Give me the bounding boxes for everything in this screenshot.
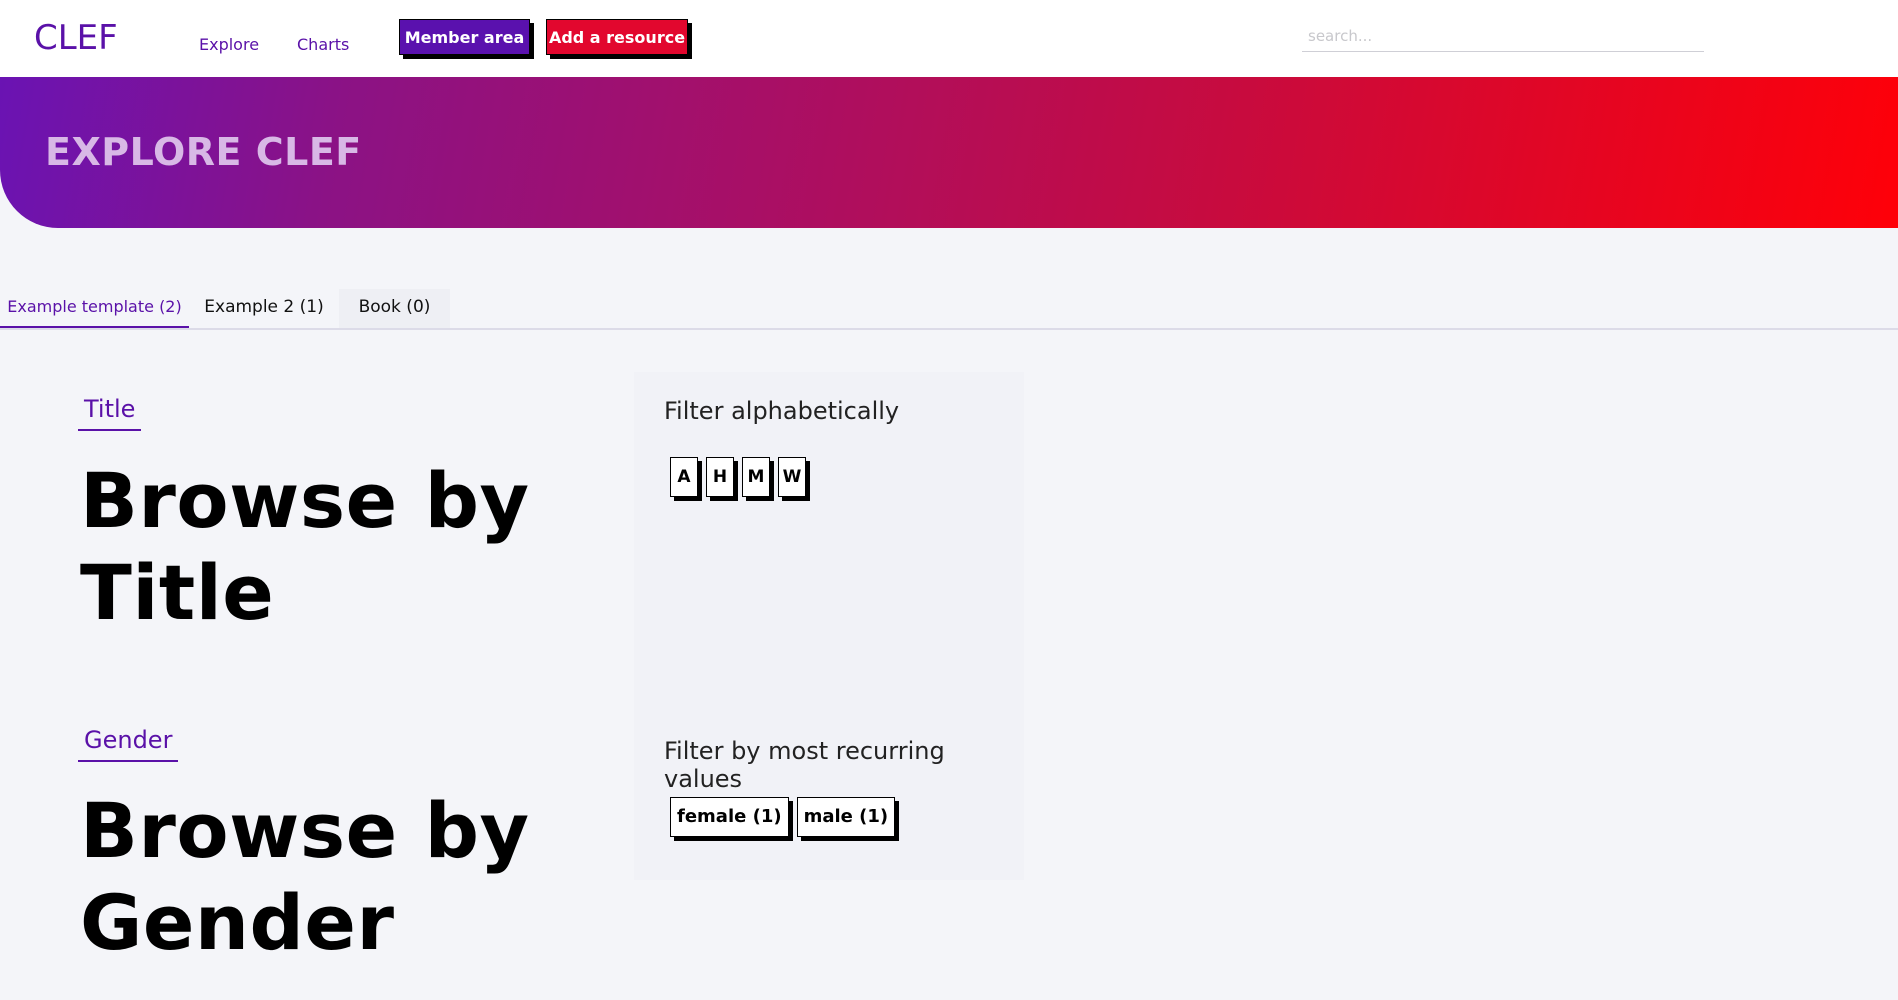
top-navbar: CLEF Explore Charts Member area Add a re… bbox=[0, 0, 1898, 77]
nav-link-explore[interactable]: Explore bbox=[199, 35, 259, 54]
logo[interactable]: CLEF bbox=[34, 18, 118, 58]
template-tabs: Example template (2) Example 2 (1) Book … bbox=[0, 289, 1898, 330]
filter-chip-w[interactable]: W bbox=[778, 457, 806, 497]
member-area-button[interactable]: Member area bbox=[399, 19, 530, 55]
section-label-title: Title bbox=[78, 395, 142, 431]
add-resource-button[interactable]: Add a resource bbox=[546, 19, 688, 55]
alphabet-chip-row: A H M W bbox=[670, 457, 806, 497]
filter-chip-female[interactable]: female (1) bbox=[670, 797, 789, 837]
tab-example-template[interactable]: Example template (2) bbox=[0, 289, 189, 328]
recurring-chip-row: female (1) male (1) bbox=[670, 797, 896, 837]
nav-link-charts[interactable]: Charts bbox=[297, 35, 349, 54]
tab-book[interactable]: Book (0) bbox=[339, 289, 450, 328]
recurring-values-filter-panel: Filter by most recurring values female (… bbox=[634, 692, 1024, 880]
section-heading-gender: Browse by Gender bbox=[80, 786, 530, 967]
tab-example-2[interactable]: Example 2 (1) bbox=[189, 289, 339, 328]
filter-chip-h[interactable]: H bbox=[706, 457, 734, 497]
filter-chip-a[interactable]: A bbox=[670, 457, 698, 497]
hero-banner: EXPLORE CLEF bbox=[0, 77, 1898, 228]
alphabetical-filter-panel: Filter alphabetically A H M W bbox=[634, 372, 1024, 692]
section-heading-title: Browse by Title bbox=[80, 456, 530, 637]
filter-title-alphabetical: Filter alphabetically bbox=[664, 397, 900, 425]
page-title: EXPLORE CLEF bbox=[45, 130, 362, 174]
section-label-gender: Gender bbox=[78, 726, 179, 762]
filter-title-recurring: Filter by most recurring values bbox=[664, 737, 945, 793]
search-input[interactable] bbox=[1302, 20, 1704, 52]
filter-chip-male[interactable]: male (1) bbox=[796, 797, 896, 837]
filter-chip-m[interactable]: M bbox=[742, 457, 770, 497]
